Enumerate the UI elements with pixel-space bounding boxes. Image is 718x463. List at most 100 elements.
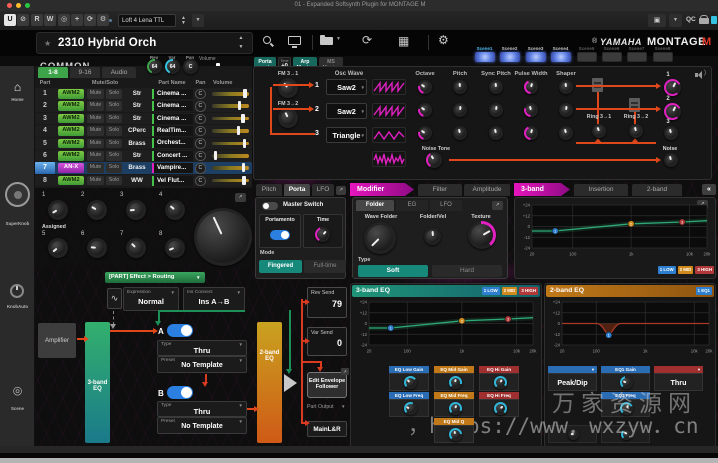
shaper-knob-2[interactable] [559,103,573,117]
octave-knob-1[interactable] [418,80,432,94]
part-output-menu-icon[interactable]: ▼ [341,404,345,409]
subtab-eg[interactable]: EG [396,200,428,211]
pan-knob[interactable]: C [195,150,206,162]
engine-badge[interactable]: AWM2 [58,138,84,149]
rev-knob[interactable]: 64 [147,59,162,74]
tab-parts-9-16[interactable]: 9-16 [70,67,100,78]
expression-icon[interactable]: ∿ [107,288,122,309]
pan-knob[interactable]: C [195,101,206,112]
portamento-toggle[interactable] [270,230,290,240]
volume-slider[interactable] [212,126,249,136]
osc-level-knob-3[interactable] [664,126,678,140]
part-output-value[interactable]: MainL&R [307,421,347,437]
tab-parts-1-8[interactable]: 1-8 [38,67,68,78]
osc-wave-selector-3[interactable]: Triangle ▼ [326,127,367,143]
eq-low-gain-knob[interactable] [403,376,417,389]
scene-button-7[interactable] [627,52,647,62]
osc-wave-selector-2[interactable]: Saw2 ▼ [326,103,367,119]
volume-slider[interactable] [212,175,249,185]
pan-knob[interactable]: C [195,138,206,149]
eq-mid-gain-knob[interactable] [448,376,462,389]
wave-folder-knob[interactable] [364,222,396,254]
part-row[interactable]: 3 AWM2 Mute Solo Str Cinema ... C [35,112,252,125]
tab-porta[interactable]: Porta [284,184,310,196]
part-row[interactable]: 6 AWM2 Mute Solo Str Concert ... C [35,150,252,162]
porta-edit-icon[interactable]: ↗ [336,186,346,195]
volume-slider[interactable] [212,89,249,98]
mute-button[interactable]: Mute [87,89,104,99]
engine-badge[interactable]: AWM2 [58,126,84,136]
octave-knob-3[interactable] [418,126,432,140]
soft-button[interactable]: Soft [358,265,428,277]
part-eq-2band-svg[interactable]: +24+120-12-2420 100 1k 10k 20k1 [548,299,714,359]
solo-button[interactable]: Solo [106,163,122,173]
ring-3-2-knob[interactable] [629,124,643,138]
volume-slider[interactable] [212,138,249,148]
pan-knob[interactable]: C [195,175,206,187]
volume-slider[interactable] [212,163,249,173]
var-knob[interactable]: 64 [165,59,180,74]
assignable-knob-1[interactable] [48,200,68,220]
scene-button-5[interactable] [577,52,597,62]
subtab-folder[interactable]: Folder [356,200,394,211]
osc-level-knob-Noise[interactable] [664,153,678,167]
scene-button-2[interactable] [500,52,520,62]
tab-amplitude[interactable]: Amplitude [464,184,510,196]
solo-button[interactable]: Solo [106,126,122,136]
solo-button[interactable]: Solo [106,175,122,186]
subtab-lfo[interactable]: LFO [430,200,462,211]
eq-low-freq-knob[interactable] [403,402,417,415]
eq-mid-freq-knob[interactable] [448,402,462,415]
engine-badge[interactable]: AWM2 [58,175,84,186]
sidebar-item-superknob[interactable]: SuperKnob [0,180,35,235]
sidebar-item-scene[interactable]: ◎ Scene [0,382,35,420]
engine-badge[interactable]: AWM2 [58,151,84,161]
engine-badge[interactable]: AWM2 [58,113,84,124]
scene-button-3[interactable] [526,52,546,62]
volume-slider-thumb[interactable] [243,89,247,98]
solo-button[interactable]: Solo [106,151,122,161]
volume-slider-thumb[interactable] [241,113,245,123]
assignable-knob-3[interactable] [126,200,146,220]
sidebar-item-knobauto[interactable]: KnobAuto [0,282,35,318]
ins-a-preset-selector[interactable]: Preset ▼ No Template [157,356,247,373]
mute-button[interactable]: Mute [87,138,104,149]
hard-button[interactable]: Hard [432,265,502,277]
assignable-knob-7[interactable] [126,238,146,258]
eq2-graph[interactable]: +24 +12 0 -12 -24 20 100 1k 10k 20k 1 [548,299,714,359]
fingered-button[interactable]: Fingered [259,260,302,273]
part-name[interactable]: RealTim... [152,125,193,136]
shaper-knob-3[interactable] [559,126,573,140]
master-switch-toggle[interactable] [262,202,278,210]
pulse-width-knob-3[interactable] [524,126,538,140]
part-name[interactable]: Vel Flut... [152,175,193,186]
part-row[interactable]: 5 AWM2 Mute Solo Brass Orchest... C [35,137,252,150]
engine-badge[interactable]: AN-X [58,163,84,173]
tab-pitch[interactable]: Pitch [256,184,282,196]
eq-mid-q-knob[interactable] [448,428,462,441]
volume-slider-thumb[interactable] [242,175,246,185]
mute-button[interactable]: Mute [87,151,104,161]
routing-header-bar[interactable]: [PART] Effect > Routing ▼ [105,272,205,283]
mute-button[interactable]: Mute [87,175,104,186]
assignable-knob-8[interactable] [165,238,185,258]
scene-button-1[interactable] [475,52,495,62]
fulltime-button[interactable]: Full-time [304,260,346,273]
part-name[interactable]: Cinema ... [152,101,193,112]
tab-insertion[interactable]: Insertion [574,184,628,196]
solo-button[interactable]: Solo [106,89,122,99]
eq-overview-graph[interactable]: +24 +12 0 -12 -24 20 100 1k 10k 20k 1 2 3 [518,202,712,262]
tab-2band[interactable]: 2-band [632,184,682,196]
scene-button-6[interactable] [602,52,622,62]
pulse-width-knob-2[interactable] [524,103,538,117]
volume-slider[interactable] [212,151,249,160]
porta-time-knob[interactable] [315,227,330,242]
super-knob-main[interactable] [194,208,252,266]
tab-modifier[interactable]: Modifier [350,183,414,196]
assignable-knob-5[interactable] [48,238,68,258]
osc-wave-selector-1[interactable]: Saw2 ▼ [326,79,367,95]
ins-a-toggle[interactable] [167,324,193,337]
sync-pitch-knob-3[interactable] [489,126,503,140]
pan-knob[interactable]: C [195,113,206,125]
edit-envelope-pop-icon[interactable]: ↗ [341,368,349,375]
